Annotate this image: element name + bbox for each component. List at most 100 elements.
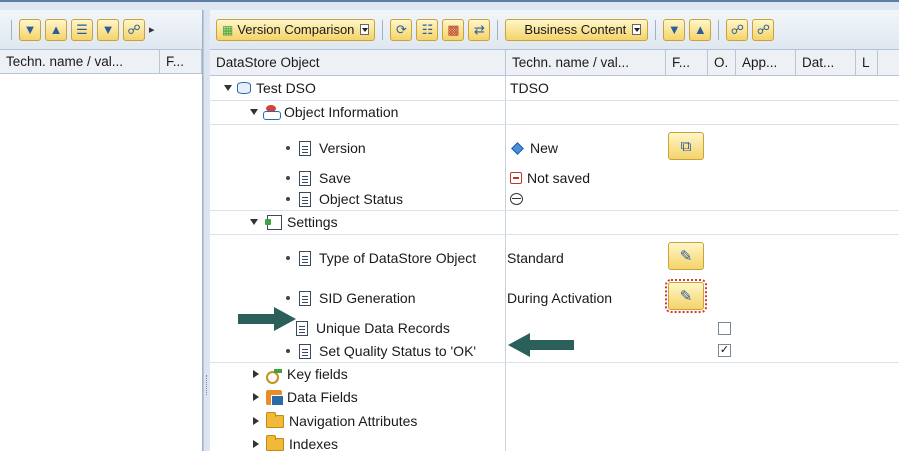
expand-caret-icon[interactable] [250, 219, 258, 225]
version-comparison-button[interactable]: ▦ Version Comparison [216, 18, 376, 41]
edit-sid-generation-button[interactable]: ✎ [665, 279, 707, 313]
toolbar-separator [497, 19, 499, 40]
key-icon [266, 367, 282, 384]
hierarchy-up-icon[interactable]: ☰ [71, 18, 93, 41]
col-l[interactable]: L [856, 50, 878, 75]
new-diamond-icon [511, 141, 524, 155]
sap-window: ▼ ▲ ☰ ▼ ☍ ▸ Techn. name / val... F... ▦ … [0, 0, 899, 451]
row-divider [210, 234, 899, 235]
tree-label: Navigation Attributes [289, 413, 418, 429]
tree-row-version[interactable]: Version New [210, 136, 899, 160]
object-information-icon [263, 105, 281, 120]
splitter-grip[interactable] [206, 375, 208, 395]
tree-value: During Activation [507, 290, 613, 306]
expand-caret-icon[interactable] [250, 109, 258, 115]
edit-type-button[interactable]: ✎ [668, 242, 704, 270]
toolbar-separator [718, 19, 720, 40]
col-dat[interactable]: Dat... [796, 50, 856, 75]
collapse-caret-icon[interactable] [253, 417, 259, 425]
tree-row-sid-generation[interactable]: SID Generation During Activation [210, 286, 899, 310]
tree-label: Key fields [287, 366, 348, 382]
annotation-arrow-left-head [508, 333, 530, 357]
left-toolbar: ▼ ▲ ☰ ▼ ☍ ▸ [0, 10, 202, 50]
find-next-icon[interactable]: ☍ [752, 18, 775, 41]
folder-icon [266, 434, 284, 451]
main-toolbar: ▦ Version Comparison ⟳ ☷ ▩ ⇄ Business Co… [210, 10, 899, 50]
document-icon [296, 320, 308, 336]
bullet-icon [286, 349, 290, 353]
right-pane: ▦ Version Comparison ⟳ ☷ ▩ ⇄ Business Co… [210, 10, 899, 451]
collapse-caret-icon[interactable] [253, 440, 259, 448]
expand-all-icon[interactable]: ▼ [19, 18, 41, 41]
toolbar-separator [655, 19, 657, 40]
tree-value: Not saved [527, 170, 591, 186]
tree-label: Version [319, 140, 366, 156]
more-arrow-icon[interactable]: ▸ [149, 23, 155, 36]
refresh-icon[interactable]: ⟳ [390, 18, 413, 41]
col-techn-name[interactable]: Techn. name / val... [506, 50, 666, 75]
row-divider [210, 124, 899, 125]
datastore-icon [237, 82, 251, 94]
filter-icon[interactable]: ▼ [97, 18, 119, 41]
binoculars-icon[interactable]: ☍ [123, 18, 145, 41]
tree-label: Set Quality Status to 'OK' [319, 343, 477, 359]
left-pane: ▼ ▲ ☰ ▼ ☍ ▸ Techn. name / val... F... [0, 10, 203, 451]
collapse-all-icon[interactable]: ▲ [45, 18, 67, 41]
bullet-icon [286, 197, 290, 201]
col-o[interactable]: O. [708, 50, 736, 75]
col-app[interactable]: App... [736, 50, 796, 75]
left-col-techn-name[interactable]: Techn. name / val... [0, 50, 160, 73]
tree-label: SID Generation [319, 290, 416, 306]
tree-row-indexes[interactable]: Indexes [210, 432, 899, 451]
hierarchy-icon[interactable]: ☷ [416, 18, 439, 41]
collapse-caret-icon[interactable] [253, 393, 259, 401]
data-fields-icon [266, 389, 284, 406]
tree-row-settings[interactable]: Settings [210, 210, 899, 234]
tree-row-key-fields[interactable]: Key fields [210, 362, 899, 386]
tree-label: Settings [287, 214, 338, 230]
transport-icon[interactable]: ▩ [442, 18, 465, 41]
find-icon[interactable]: ☍ [726, 18, 749, 41]
annotation-arrow-right-head [274, 307, 296, 331]
document-icon [299, 250, 311, 266]
col-datastore-object[interactable]: DataStore Object [210, 50, 506, 75]
annotation-arrow-left [528, 340, 574, 350]
bullet-icon [286, 296, 290, 300]
expand-all-icon[interactable]: ▼ [663, 18, 686, 41]
tree-row-data-fields[interactable]: Data Fields [210, 385, 899, 409]
set-quality-status-checkbox[interactable]: ✓ [718, 344, 731, 357]
left-col-f[interactable]: F... [160, 50, 202, 73]
bullet-icon [286, 176, 290, 180]
tree-label: Save [319, 170, 351, 186]
unique-data-records-checkbox[interactable] [718, 322, 731, 335]
expand-caret-icon[interactable] [224, 85, 232, 91]
version-comparison-icon: ▦ [222, 22, 234, 37]
bullet-icon [286, 146, 290, 150]
tree-row-object-status[interactable]: Object Status [210, 187, 899, 211]
toolbar-separator [11, 19, 12, 40]
col-f[interactable]: F... [666, 50, 708, 75]
left-column-header: Techn. name / val... F... [0, 50, 202, 74]
tree-row-object-information[interactable]: Object Information [210, 100, 899, 124]
tree-label: Data Fields [287, 389, 358, 405]
dropdown-arrow-icon [360, 24, 370, 35]
business-content-label: Business Content [524, 22, 627, 37]
folder-icon [266, 411, 284, 428]
bullet-icon [286, 256, 290, 260]
collapse-caret-icon[interactable] [253, 370, 259, 378]
business-content-button[interactable]: Business Content [505, 18, 649, 41]
tree-row-test-dso[interactable]: Test DSO TDSO [210, 76, 899, 100]
tree-row-navigation-attributes[interactable]: Navigation Attributes [210, 409, 899, 433]
tree-row-unique-data-records[interactable]: Unique Data Records [210, 316, 899, 340]
version-action-button[interactable]: ⧉ [668, 132, 704, 160]
tree-label: Indexes [289, 436, 339, 451]
navigate-icon[interactable]: ⇄ [468, 18, 491, 41]
tree-row-type-of-dso[interactable]: Type of DataStore Object Standard [210, 246, 899, 270]
collapse-all-icon[interactable]: ▲ [689, 18, 712, 41]
tree-label: Test DSO [256, 80, 316, 96]
dropdown-arrow-icon [632, 24, 642, 35]
pane-splitter[interactable] [203, 10, 209, 451]
settings-icon [265, 214, 282, 230]
not-saved-icon [510, 172, 522, 184]
tree-label: Type of DataStore Object [319, 250, 477, 266]
